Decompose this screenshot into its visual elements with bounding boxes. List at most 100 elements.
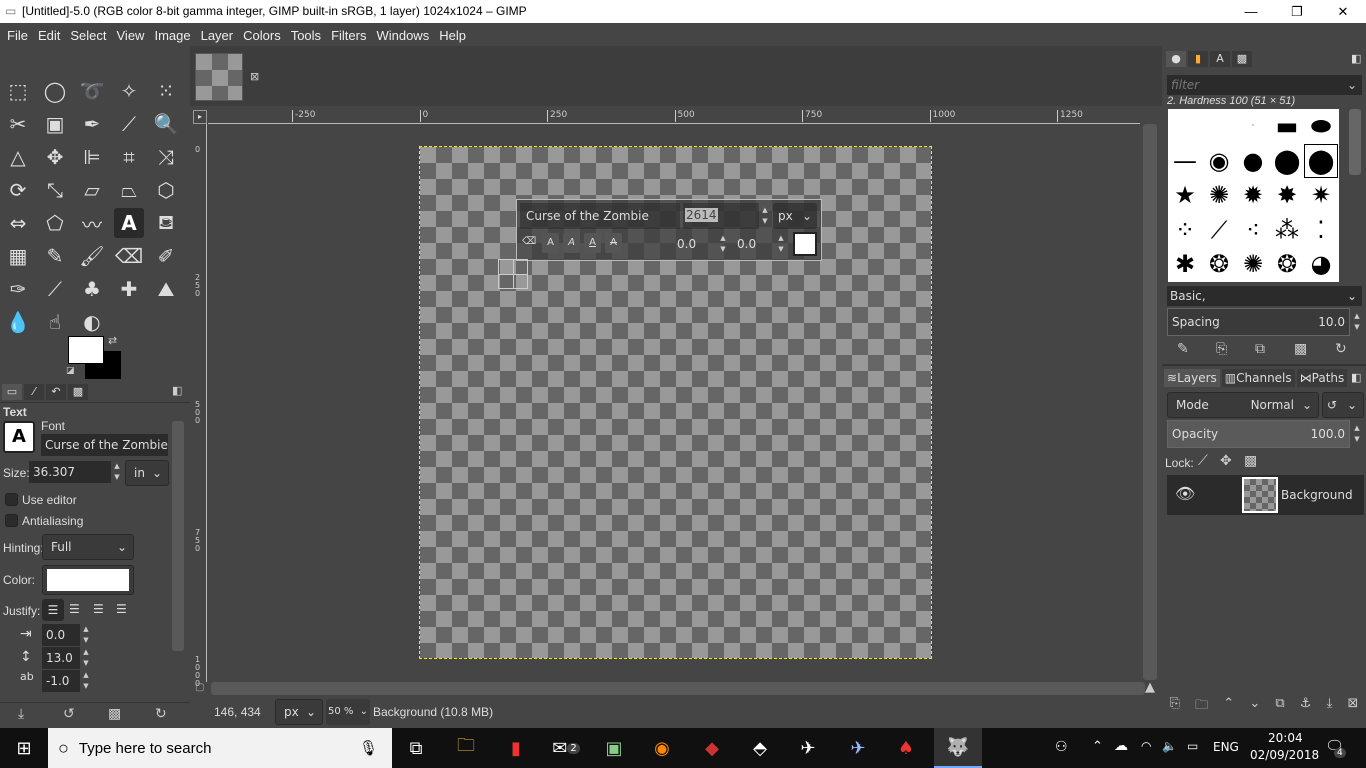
save-preset-icon[interactable]: ⤓: [18, 706, 24, 722]
perspective-tool-icon[interactable]: ⏢: [114, 175, 144, 205]
brush-item[interactable]: ★: [1168, 178, 1202, 212]
delete-layer-icon[interactable]: ⊠: [1347, 696, 1358, 718]
zoom-tool-icon[interactable]: 🔍: [151, 109, 181, 139]
brush-item[interactable]: ✹: [1236, 178, 1270, 212]
foreground-select-tool-icon[interactable]: ▣: [40, 109, 70, 139]
rect-select-tool-icon[interactable]: ⬚: [3, 76, 33, 106]
fuzzy-select-tool-icon[interactable]: ✧: [114, 76, 144, 106]
new-brush-icon[interactable]: ⎘: [1216, 341, 1227, 357]
blur-tool-icon[interactable]: 💧: [3, 307, 33, 337]
image-tab-thumbnail[interactable]: [195, 53, 243, 101]
menu-view[interactable]: View: [112, 28, 150, 43]
text-color-button[interactable]: [42, 565, 134, 595]
indent-input[interactable]: 0.0: [42, 624, 80, 646]
opacity-slider[interactable]: Opacity 100.0: [1167, 420, 1350, 448]
minimize-button[interactable]: —: [1228, 0, 1274, 23]
airbrush-tool-icon[interactable]: ✐: [151, 241, 181, 271]
menu-select[interactable]: Select: [65, 28, 111, 43]
app-icon-2[interactable]: ⬘: [736, 728, 784, 768]
raise-layer-icon[interactable]: ⌃: [1223, 696, 1234, 718]
brush-item[interactable]: ✺: [1202, 178, 1236, 212]
brush-filter-input[interactable]: filter ⌄: [1167, 75, 1362, 95]
unified-transform-tool-icon[interactable]: ⤨: [151, 142, 181, 172]
shear-tool-icon[interactable]: ▱: [77, 175, 107, 205]
menu-filters[interactable]: Filters: [326, 28, 371, 43]
new-layer-icon[interactable]: ⎘: [1170, 696, 1180, 718]
file-explorer-icon[interactable]: 🗀: [442, 728, 490, 768]
font-input[interactable]: Curse of the Zombie: [41, 434, 168, 456]
onedrive-icon[interactable]: ☁: [1114, 738, 1128, 754]
underline-button[interactable]: A: [584, 233, 601, 253]
firefox-icon[interactable]: ◉: [638, 728, 686, 768]
layer-mode-dropdown[interactable]: Mode Normal ⌄: [1167, 392, 1319, 418]
lock-alpha-icon[interactable]: ▩: [1244, 453, 1257, 469]
brush-scrollbar[interactable]: [1349, 109, 1361, 175]
horizontal-scrollbar[interactable]: [211, 682, 1145, 695]
tool-options-tab-icon[interactable]: ▭: [2, 384, 22, 400]
3d-transform-tool-icon[interactable]: ⬡: [151, 175, 181, 205]
brush-item[interactable]: ⬬: [1304, 109, 1338, 143]
composite-mode-dropdown[interactable]: ↺ ⌄: [1322, 392, 1364, 418]
brush-item[interactable]: ❂: [1202, 247, 1236, 281]
dodge-burn-tool-icon[interactable]: ◐: [77, 307, 107, 337]
images-tab-icon[interactable]: ▩: [68, 384, 88, 400]
anchor-layer-icon[interactable]: ⚓: [1300, 696, 1312, 718]
language-indicator[interactable]: ENG: [1213, 740, 1239, 754]
app-icon-3[interactable]: ✈: [784, 728, 832, 768]
navigate-icon[interactable]: ▲: [1145, 680, 1155, 695]
blend-tool-icon[interactable]: ▦: [3, 241, 33, 271]
free-select-tool-icon[interactable]: ➰: [77, 76, 107, 106]
fonts-tab-icon[interactable]: A: [1210, 51, 1230, 67]
warp-tool-icon[interactable]: 〰: [77, 208, 107, 238]
ellipse-select-tool-icon[interactable]: ◯: [40, 76, 70, 106]
app-red-icon[interactable]: ▮: [492, 728, 540, 768]
scale-tool-icon[interactable]: ⤡: [40, 175, 70, 205]
brush-item[interactable]: [1168, 109, 1202, 143]
lock-pixels-icon[interactable]: ⟋: [1198, 453, 1208, 469]
maximize-button[interactable]: ❐: [1274, 0, 1320, 23]
indent-spinner[interactable]: ▲ ▼: [80, 624, 92, 646]
refresh-brushes-icon[interactable]: ↻: [1335, 341, 1347, 357]
pencil-tool-icon[interactable]: ✎: [40, 241, 70, 271]
delete-icon[interactable]: ▩: [108, 706, 121, 722]
paths-tool-icon[interactable]: ✒: [77, 109, 107, 139]
live-app-icon[interactable]: ▣: [590, 728, 638, 768]
brush-item[interactable]: [1202, 109, 1236, 143]
size-spinner[interactable]: ▲ ▼: [111, 461, 123, 483]
text-tool-icon[interactable]: A: [114, 208, 144, 238]
brushes-tab-icon[interactable]: ●: [1166, 51, 1186, 67]
clear-style-icon[interactable]: ⌫: [522, 236, 536, 247]
strikethrough-button[interactable]: A: [605, 233, 622, 253]
menu-layer[interactable]: Layer: [196, 28, 239, 43]
brush-item[interactable]: ⁚: [1304, 213, 1338, 247]
tool-options-scrollbar[interactable]: [172, 421, 184, 651]
brush-item[interactable]: ⬤: [1304, 143, 1338, 178]
delete-brush-icon[interactable]: ▩: [1294, 341, 1307, 357]
size-unit-dropdown[interactable]: in ⌄: [125, 460, 169, 486]
size-input[interactable]: 36.307: [29, 461, 111, 483]
task-view-icon[interactable]: ⧉: [392, 728, 440, 768]
flip-tool-icon[interactable]: ⇔: [3, 208, 33, 238]
tab-channels[interactable]: ▥Channels: [1221, 369, 1295, 387]
configure-tab-icon[interactable]: ◧: [172, 384, 182, 397]
line-spacing-input[interactable]: 13.0: [42, 647, 80, 669]
cage-tool-icon[interactable]: ⬠: [40, 208, 70, 238]
overlay-text-color[interactable]: [793, 232, 817, 256]
letter-spacing-spinner[interactable]: ▲ ▼: [80, 670, 92, 692]
measure-tool-icon[interactable]: △: [3, 142, 33, 172]
gradients-tab-icon[interactable]: ▮: [1188, 51, 1208, 67]
status-unit-dropdown[interactable]: px ⌄: [275, 699, 323, 725]
brush-item[interactable]: ⬤: [1270, 144, 1304, 178]
opacity-spinner[interactable]: ▲ ▼: [1351, 423, 1363, 445]
layer-row[interactable]: 👁 Background: [1167, 475, 1364, 515]
overlay-size-spinner[interactable]: ▲ ▼: [759, 205, 771, 227]
gimp-taskbar-icon[interactable]: 🐺: [934, 728, 982, 768]
volume-icon[interactable]: 🔈: [1162, 739, 1177, 753]
crop-tool-icon[interactable]: ⌗: [114, 142, 144, 172]
vertical-scrollbar[interactable]: [1143, 124, 1157, 680]
brush-item[interactable]: ⁖: [1236, 213, 1270, 247]
overlay-unit-dropdown[interactable]: px ⌄: [773, 203, 817, 229]
clock-date[interactable]: 02/09/2018: [1250, 748, 1319, 762]
mail-icon[interactable]: ✉ 2: [542, 728, 590, 768]
brush-item[interactable]: ✺: [1236, 247, 1270, 281]
